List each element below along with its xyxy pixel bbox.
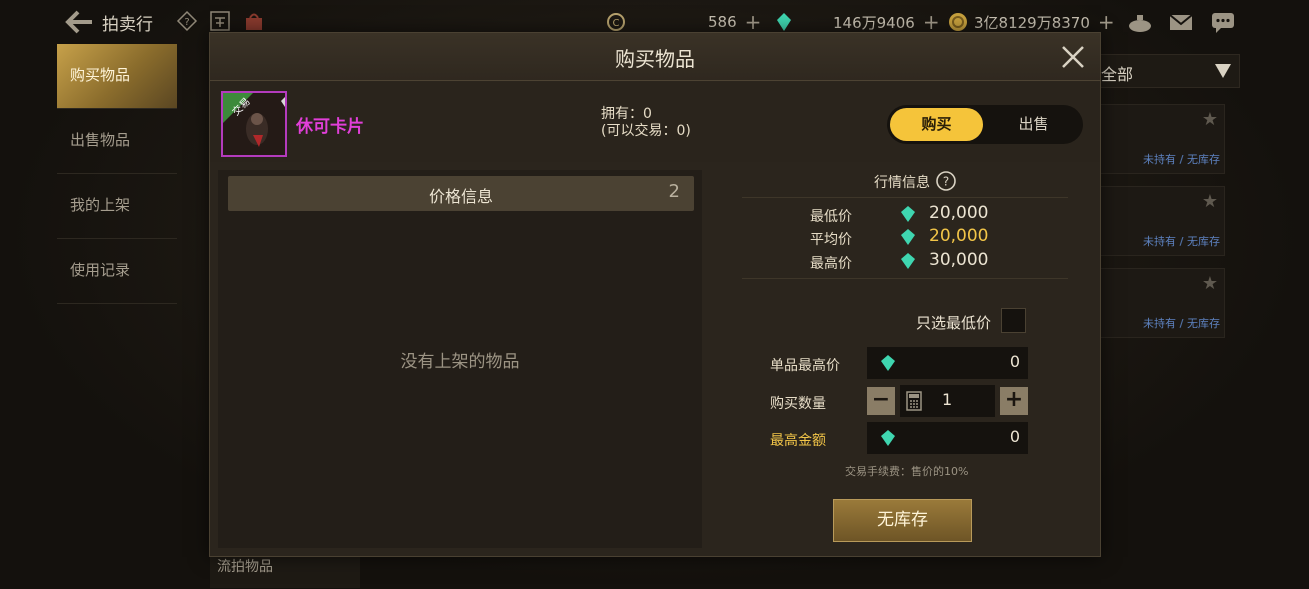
list-item[interactable]: ★ 未持有 / 无库存: [1100, 268, 1225, 338]
divider: [742, 197, 1068, 198]
listings-panel: 价格信息 2 没有上架的物品: [218, 170, 702, 548]
mail-icon[interactable]: [1168, 10, 1194, 34]
gem-icon: [881, 355, 895, 371]
list-item[interactable]: ★ 未持有 / 无库存: [1100, 104, 1225, 174]
market-value: 20,000: [929, 226, 989, 246]
gem-icon: [901, 229, 915, 245]
tab-buy[interactable]: 购买: [890, 108, 983, 141]
add-coin-button[interactable]: +: [745, 10, 762, 34]
chat-icon[interactable]: [1210, 10, 1236, 34]
max-unit-price-label: 单品最高价: [770, 358, 840, 374]
pot-icon[interactable]: [1127, 10, 1153, 34]
listing-count: 2: [668, 181, 680, 202]
shop-bag-icon[interactable]: [243, 10, 265, 32]
transaction-fee-note: 交易手续费：售价的10%: [845, 465, 969, 478]
tab-sell[interactable]: 出售: [987, 108, 1080, 141]
coin-value: 586: [708, 13, 737, 31]
buy-sell-toggle: 购买 出售: [887, 105, 1083, 144]
price-info-title: 价格信息: [428, 187, 493, 206]
exchange-icon[interactable]: [209, 10, 231, 32]
item-info-row: 交易 休可卡片 拥有：0 (可以交易：0) 购买 出售: [210, 82, 1100, 162]
price-info-header: 价格信息 2: [228, 176, 694, 211]
market-row-highest: 最高价 30,000: [742, 250, 1068, 272]
gem-icon: [901, 206, 915, 222]
max-unit-price-input[interactable]: 0: [867, 347, 1028, 379]
empty-listings-message: 没有上架的物品: [400, 352, 520, 372]
add-gem-button[interactable]: +: [923, 10, 940, 34]
owned-info: 拥有：0 (可以交易：0): [601, 106, 691, 140]
max-unit-price-value: 0: [1009, 352, 1020, 371]
item-status: 未持有 / 无库存: [1142, 153, 1220, 166]
out-of-stock-button[interactable]: 无库存: [833, 499, 972, 542]
only-lowest-label: 只选最低价: [916, 314, 992, 332]
gold-value: 3亿8129万8370: [974, 13, 1090, 32]
item-status: 未持有 / 无库存: [1142, 235, 1220, 248]
back-arrow-icon[interactable]: [64, 8, 94, 36]
sidebar-item-usage-history[interactable]: 使用记录: [57, 239, 177, 304]
gem-icon: [777, 13, 791, 31]
max-total-label: 最高金额: [770, 433, 826, 449]
market-info-title: 行情信息: [874, 175, 930, 191]
max-total-input[interactable]: 0: [867, 422, 1028, 454]
market-label: 平均价: [810, 232, 852, 248]
filter-value: 全部: [1101, 65, 1134, 84]
gem-icon: [901, 253, 915, 269]
help-circle-icon[interactable]: ?: [935, 170, 957, 192]
market-value: 30,000: [929, 250, 989, 270]
category-filter-dropdown[interactable]: 全部: [1100, 54, 1240, 88]
svg-text:?: ?: [184, 17, 189, 28]
gem-icon: [881, 430, 895, 446]
gold-coin-icon: [949, 13, 967, 31]
quantity-increase-button[interactable]: +: [1000, 387, 1028, 415]
calculator-icon[interactable]: [906, 391, 922, 411]
market-row-average: 平均价 20,000: [742, 226, 1068, 248]
svg-text:?: ?: [943, 175, 949, 189]
quantity-input[interactable]: 1: [900, 385, 995, 417]
close-icon[interactable]: [1059, 43, 1087, 71]
star-icon[interactable]: ★: [1202, 273, 1218, 294]
list-item[interactable]: ★ 未持有 / 无库存: [1100, 186, 1225, 256]
owned-count: 拥有：0: [601, 106, 652, 122]
add-gold-button[interactable]: +: [1098, 10, 1115, 34]
item-name: 休可卡片: [296, 117, 364, 137]
item-status: 未持有 / 无库存: [1142, 317, 1220, 330]
divider: [742, 278, 1068, 279]
quantity-label: 购买数量: [770, 396, 826, 412]
quantity-value: 1: [942, 390, 953, 409]
item-card-icon[interactable]: 交易: [221, 91, 287, 157]
chevron-down-icon: [1215, 64, 1231, 78]
market-label: 最低价: [810, 209, 852, 225]
help-icon[interactable]: ?: [176, 10, 198, 32]
star-icon[interactable]: ★: [1202, 191, 1218, 212]
buy-item-dialog: 购买物品 交易 休可卡片 拥有：0 (可以交易：0) 购买 出售 价格信息 2 …: [209, 32, 1101, 557]
sidebar-item-sell[interactable]: 出售物品: [57, 109, 177, 174]
tradable-count: (可以交易：0): [601, 123, 691, 139]
svg-text:C: C: [613, 18, 620, 29]
market-row-lowest: 最低价 20,000: [742, 203, 1068, 225]
page-title: 拍卖行: [102, 15, 153, 35]
gem-value: 146万9406: [833, 13, 915, 32]
market-value: 20,000: [929, 203, 989, 223]
card-art-icon: 交易: [223, 93, 285, 155]
quantity-decrease-button[interactable]: −: [867, 387, 895, 415]
sidebar-menu: 购买物品 出售物品 我的上架 使用记录: [57, 44, 177, 304]
dialog-title: 购买物品: [615, 47, 695, 71]
star-icon[interactable]: ★: [1202, 109, 1218, 130]
c-coin-icon: C: [607, 13, 625, 31]
max-total-value: 0: [1009, 427, 1020, 446]
sidebar-item-my-listings[interactable]: 我的上架: [57, 174, 177, 239]
market-label: 最高价: [810, 256, 852, 272]
sidebar-item-buy[interactable]: 购买物品: [57, 44, 177, 109]
only-lowest-checkbox[interactable]: [1001, 308, 1026, 333]
dialog-header: 购买物品: [210, 33, 1100, 81]
